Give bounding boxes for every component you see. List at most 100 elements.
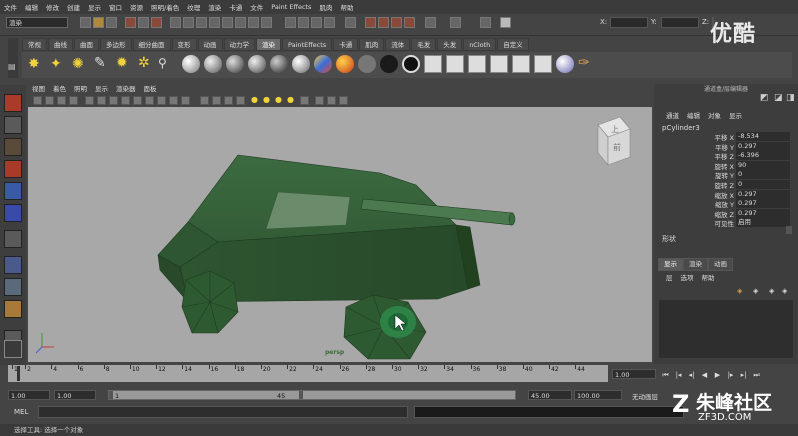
channel-menu-item[interactable]: 显示 — [725, 110, 746, 120]
snap-plane-icon[interactable] — [324, 17, 335, 28]
select-component-icon[interactable] — [151, 17, 162, 28]
shader-flat-3-icon[interactable] — [402, 55, 420, 73]
channel-attribute[interactable]: 平移 X -8.534 — [690, 132, 790, 142]
mask-icon-2[interactable] — [183, 17, 194, 28]
input-line-icon[interactable] — [425, 17, 436, 28]
shelf-tab[interactable]: 肌肉 — [359, 38, 385, 51]
shelf-handle[interactable] — [8, 38, 18, 78]
tank-model-icon[interactable] — [28, 107, 652, 362]
scroll-handle[interactable] — [786, 226, 792, 234]
wireframe-on-shaded-icon[interactable] — [200, 96, 209, 105]
channel-value[interactable]: -6.396 — [736, 151, 790, 161]
channel-value[interactable]: -8.534 — [736, 132, 790, 141]
view-cube-front-label[interactable]: 前 — [613, 142, 621, 153]
mask-icon[interactable] — [170, 17, 181, 28]
view-cube-top-label[interactable]: 上 — [611, 124, 619, 135]
render-tool-7-icon[interactable] — [556, 55, 574, 73]
menu-item[interactable]: 卡通 — [225, 2, 246, 12]
menu-item[interactable]: 文件 — [0, 2, 21, 12]
render-tool-3-icon[interactable] — [468, 55, 486, 73]
isolate-select-icon[interactable] — [315, 96, 324, 105]
new-layer-selected-icon[interactable]: ◈ — [753, 287, 758, 295]
shelf-tab[interactable]: 动力学 — [223, 38, 255, 51]
go-start-button[interactable]: ⏮ — [660, 370, 671, 380]
area-light-icon[interactable]: ✺ — [72, 56, 84, 72]
ambient-light-icon[interactable]: ✲ — [138, 55, 150, 71]
shelf-tab[interactable]: 自定义 — [497, 38, 529, 51]
spot-light-icon[interactable]: ✦ — [50, 56, 62, 72]
menu-item[interactable]: 窗口 — [105, 2, 126, 12]
camera-icon[interactable]: ⚲ — [158, 56, 167, 70]
safe-action-icon[interactable] — [145, 96, 154, 105]
shelf-tab[interactable]: 细分曲面 — [132, 38, 171, 51]
layer-tab[interactable]: 渲染 — [683, 258, 708, 271]
layer-menu-item[interactable]: 选项 — [677, 272, 698, 282]
end-time-field[interactable]: 100.00 — [574, 390, 622, 400]
save-scene-icon[interactable] — [106, 17, 117, 28]
wireframe-icon[interactable] — [169, 96, 178, 105]
image-plane-icon[interactable] — [69, 96, 78, 105]
mask-icon-8[interactable] — [261, 17, 272, 28]
shader-sphere-4-icon[interactable] — [248, 55, 266, 73]
anim-end-field[interactable]: 45.00 — [528, 390, 572, 400]
menu-item[interactable]: 肌肉 — [315, 2, 336, 12]
layer-list[interactable] — [659, 300, 793, 358]
panel-menu-item[interactable]: 着色 — [49, 84, 70, 94]
render-tool-5-icon[interactable] — [512, 55, 530, 73]
render-tool-4-icon[interactable] — [490, 55, 508, 73]
flat-light-icon[interactable]: ● — [287, 95, 294, 104]
menu-item[interactable]: 编辑 — [21, 2, 42, 12]
all-lights-icon[interactable]: ● — [263, 95, 270, 104]
shelf-tab[interactable]: 渲染 — [256, 38, 281, 51]
scene-tool-icon[interactable] — [4, 340, 22, 358]
channel-value[interactable]: 启用 — [736, 218, 790, 228]
grid-icon[interactable] — [85, 96, 94, 105]
select-object-icon[interactable] — [138, 17, 149, 28]
transform-mode-icon[interactable] — [500, 17, 511, 28]
range-handle-left[interactable] — [109, 391, 113, 399]
history-icon[interactable] — [345, 17, 356, 28]
xray-joints-icon[interactable] — [339, 96, 348, 105]
shelf-tab[interactable]: nCloth — [463, 38, 497, 51]
anim-layer-label[interactable]: 无动画层 — [632, 391, 658, 401]
selected-lights-icon[interactable]: ● — [275, 95, 282, 104]
menu-item[interactable]: 修改 — [42, 2, 63, 12]
shelf-tab[interactable]: 动画 — [197, 38, 223, 51]
shelf-tab[interactable]: 卡通 — [333, 38, 359, 51]
render-tool-8-icon[interactable]: ✑ — [578, 55, 590, 71]
resolution-gate-icon[interactable] — [109, 96, 118, 105]
shelf-tab[interactable]: 曲线 — [48, 38, 73, 51]
channel-menu-item[interactable]: 编辑 — [683, 110, 704, 120]
menu-item[interactable]: 显示 — [84, 2, 105, 12]
shelf-tab[interactable]: 头发 — [437, 38, 463, 51]
move-tool-icon[interactable] — [4, 160, 22, 178]
play-forward-button[interactable]: ▶ — [712, 370, 723, 380]
menu-item[interactable]: 照明/着色 — [147, 2, 183, 12]
channel-value[interactable]: 0.297 — [736, 208, 790, 218]
panel-menu-item[interactable]: 视图 — [28, 84, 49, 94]
start-time-field[interactable]: 1.00 — [8, 390, 50, 400]
channel-value[interactable]: 0.297 — [736, 141, 790, 151]
mel-input[interactable] — [38, 406, 408, 418]
field-chart-icon[interactable] — [133, 96, 142, 105]
film-gate-icon[interactable] — [97, 96, 106, 105]
mel-label[interactable]: MEL — [14, 408, 28, 416]
mask-icon-6[interactable] — [235, 17, 246, 28]
gate-mask-icon[interactable] — [121, 96, 130, 105]
menu-item[interactable]: 纹理 — [183, 2, 204, 12]
panel-menu-item[interactable]: 面板 — [140, 84, 161, 94]
high-quality-icon[interactable] — [327, 96, 336, 105]
channel-attribute[interactable]: 缩放 X 0.297 — [690, 189, 790, 200]
shader-sphere-1-icon[interactable] — [182, 55, 200, 73]
coord-y-field[interactable] — [661, 17, 699, 28]
anim-start-field[interactable]: 1.00 — [54, 390, 96, 400]
point-light-icon[interactable]: ✸ — [28, 56, 40, 72]
panel-menu-item[interactable]: 照明 — [70, 84, 91, 94]
channel-menu-item[interactable]: 对象 — [704, 110, 725, 120]
channel-value[interactable]: 0.297 — [736, 199, 790, 209]
current-time-marker[interactable] — [17, 366, 20, 381]
menu-item[interactable]: 创建 — [63, 2, 84, 12]
channel-attribute[interactable]: 缩放 Y 0.297 — [690, 199, 790, 209]
select-tool-icon[interactable] — [4, 94, 22, 112]
step-forward-button[interactable]: |▸ — [725, 370, 736, 380]
